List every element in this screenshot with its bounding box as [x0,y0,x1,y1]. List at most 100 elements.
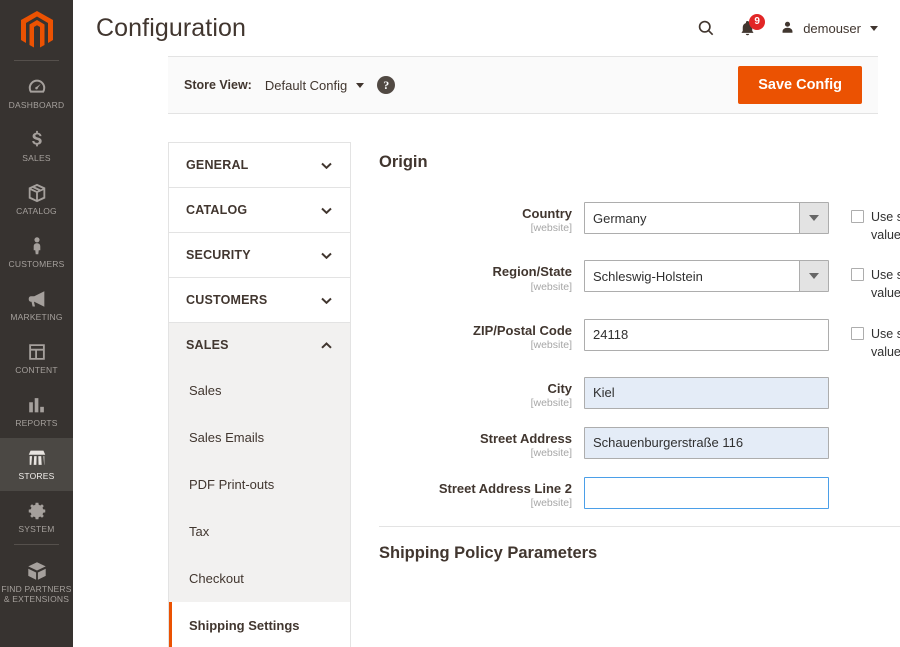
street-address-input[interactable] [584,426,829,459]
config-section-sales: SALES Sales Sales Emails PDF Print-outs … [168,322,351,647]
sidebar-item-system[interactable]: SYSTEM [0,491,73,544]
inherit-country: Use system value [851,202,900,244]
magento-logo-icon [20,11,53,48]
sidebar-item-stores[interactable]: STORES [0,438,73,491]
use-system-value-checkbox[interactable] [851,210,864,223]
chevron-down-icon [321,162,332,169]
field-scope-text: [website] [530,446,572,459]
config-item-sales-emails[interactable]: Sales Emails [169,414,350,461]
notification-count-badge: 9 [749,13,766,30]
field-scope-text: [website] [530,338,572,351]
user-avatar-icon [782,21,793,33]
field-scope-text: [website] [530,280,572,293]
sidebar-item-label: DASHBOARD [8,100,65,111]
country-select[interactable]: Germany [584,202,829,234]
origin-section: Origin Country [website] Germany Use s v… [379,142,900,510]
inherit-zip-postal-code: Use system value [851,319,900,361]
field-control-city [584,376,829,409]
field-street-address-line-2: Street Address Line 2 [website] [379,476,900,511]
sidebar-item-customers[interactable]: CUSTOMERS [0,226,73,279]
sidebar-item-label: STORES [18,471,55,482]
search-icon [698,20,714,36]
config-section-general-header[interactable]: GENERAL [169,143,350,187]
origin-section-header[interactable]: Origin [379,142,900,182]
admin-sidebar: DASHBOARD SALES CATALOG CUSTOMERS MARKET… [0,0,73,647]
region-state-select-value: Schleswig-Holstein [593,268,703,284]
config-section-sales-header[interactable]: SALES [169,323,350,367]
use-system-value-checkbox[interactable] [851,268,864,282]
notifications-button[interactable]: 9 [738,13,766,38]
sidebar-item-sales[interactable]: SALES [0,120,73,173]
sidebar-item-catalog[interactable]: CATALOG [0,173,73,226]
sidebar-item-marketing[interactable]: MARKETING [0,279,73,332]
zip-postal-code-input[interactable] [584,318,829,351]
field-label-street-address-line-2: Street Address Line 2 [website] [379,477,584,511]
use-system-value-checkbox[interactable] [851,326,864,340]
magento-logo[interactable] [0,0,73,60]
sidebar-item-reports[interactable]: REPORTS [0,385,73,438]
config-item-pdf-print-outs[interactable]: PDF Print-outs [169,461,350,508]
street-address-line-2-input[interactable] [584,476,829,509]
field-label-country: Country [website] [379,202,584,236]
inherit-country-row[interactable]: Use system value [851,208,900,244]
field-scope-text: [website] [530,397,572,409]
sidebar-item-label: SYSTEM [18,524,55,535]
region-state-select-button[interactable] [799,261,828,292]
config-section-title: CATALOG [186,203,248,217]
sidebar-item-dashboard[interactable]: DASHBOARD [0,67,73,120]
use-system-value-label: Use system value [871,210,900,243]
config-item-shipping-settings[interactable]: Shipping Settings [169,602,350,647]
origin-section-title: Origin [379,152,428,171]
sidebar-item-content[interactable]: CONTENT [0,332,73,385]
sidebar-item-find-partners[interactable]: FIND PARTNERS & EXTENSIONS [0,551,73,613]
gear-icon [28,502,45,520]
sidebar-item-label: MARKETING [10,312,63,323]
search-button[interactable] [696,18,716,38]
config-section-catalog-header[interactable]: CATALOG [169,188,350,232]
origin-fieldset: Country [website] Germany Use s value Re… [379,182,900,510]
question-mark-icon[interactable]: ? [377,76,396,94]
field-zip-postal-code: ZIP/Postal Code [website] Use system val… [379,318,900,361]
save-config-button[interactable]: Save Config [738,65,862,105]
config-section-customers: CUSTOMERS [168,277,351,322]
field-control-street-address-line-2 [584,476,829,509]
shipping-policy-section-header[interactable]: Shipping Policy Parameters [379,527,900,579]
sidebar-item-label: FIND PARTNERS & EXTENSIONS [1,583,72,604]
inherit-region-state: Use system value [851,260,900,302]
country-select-button[interactable] [799,203,828,233]
nav-divider-bottom [14,544,59,545]
header-tools: 9 demouser [696,13,878,38]
user-name-label: demouser [803,20,861,36]
config-sales-items: Sales Sales Emails PDF Print-outs Tax Ch… [169,367,350,647]
field-label-text: Region/State [492,264,572,280]
field-label-text: Street Address [480,430,572,446]
caret-down-icon [809,215,819,221]
config-section-security: SECURITY [168,232,351,277]
field-country: Country [website] Germany Use s value [379,202,900,244]
region-state-select[interactable]: Schleswig-Holstein [584,260,829,293]
inherit-zip-row[interactable]: Use system value [851,325,900,361]
config-item-checkout[interactable]: Checkout [169,555,350,602]
box-icon [28,183,45,203]
bar-chart-icon [28,398,44,413]
city-input[interactable] [584,376,829,409]
config-content: Origin Country [website] Germany Use s v… [351,142,900,647]
config-item-sales[interactable]: Sales [169,367,350,414]
config-section-security-header[interactable]: SECURITY [169,233,350,277]
sidebar-item-label: CATALOG [16,206,57,217]
store-view-select[interactable]: Default Config [265,78,365,93]
nav-divider [14,60,59,61]
config-section-customers-header[interactable]: CUSTOMERS [169,278,350,322]
user-menu[interactable]: demouser [779,20,878,37]
caret-down-icon [356,82,365,88]
config-item-tax[interactable]: Tax [169,508,350,555]
field-control-region-state: Schleswig-Holstein [584,260,829,293]
package-icon [27,562,46,580]
sidebar-item-label: SALES [22,153,51,164]
field-label-region-state: Region/State [website] [379,260,584,294]
shipping-policy-section: Shipping Policy Parameters [379,527,900,579]
storefront-icon [28,450,45,465]
field-control-street-address [584,426,829,459]
field-control-zip-postal-code [584,318,829,351]
inherit-region-state-row[interactable]: Use system value [851,266,900,302]
